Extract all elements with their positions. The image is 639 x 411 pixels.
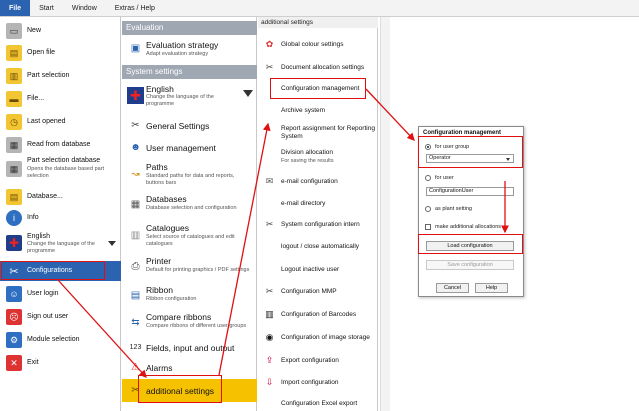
arrow-configuration-management-to-dialog <box>365 88 415 141</box>
arrow-configurations-to-additional-settings <box>57 279 147 378</box>
arrow-additional-settings-to-configuration-management <box>218 122 271 376</box>
annotation-arrows <box>57 88 509 378</box>
